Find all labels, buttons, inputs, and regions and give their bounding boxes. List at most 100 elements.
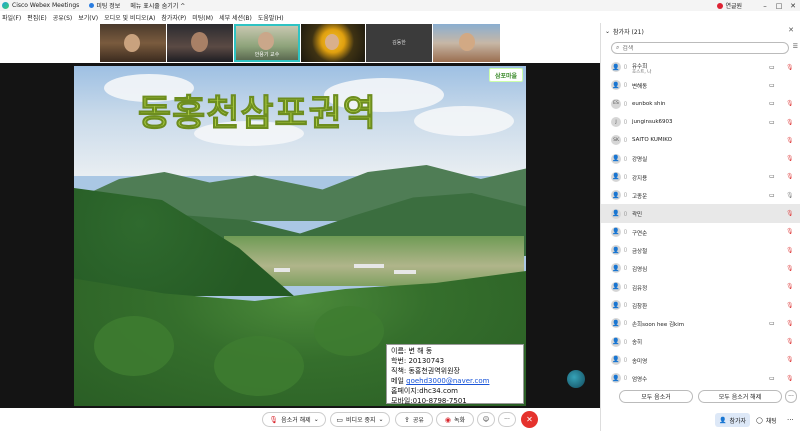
microphone-muted-icon[interactable]: 🎙 bbox=[786, 119, 794, 126]
participant-row[interactable]: 👤 ▯ 송미영 🎙 bbox=[601, 351, 800, 369]
participant-row[interactable]: 👤 ▯ 금상철 🎙 bbox=[601, 241, 800, 259]
share-button[interactable]: ⇪ 공유 bbox=[395, 412, 433, 427]
participant-row[interactable]: 👤 ▯ 엄영수 ▭ 🎙 bbox=[601, 369, 800, 387]
video-on-icon[interactable]: ▭ bbox=[769, 119, 775, 126]
microphone-icon[interactable]: 🎙 bbox=[786, 192, 794, 199]
video-thumbnail-no-video[interactable]: 김동한 bbox=[366, 24, 432, 62]
participant-row[interactable]: ES ▯ eunbok shin ▭ 🎙 bbox=[601, 95, 800, 113]
menu-view[interactable]: 보기(V) bbox=[78, 13, 98, 22]
chevron-down-icon[interactable]: ⌄ bbox=[314, 416, 319, 423]
microphone-muted-icon[interactable]: 🎙 bbox=[786, 100, 794, 107]
participants-panel-header[interactable]: ⌄ 참가자 (21) bbox=[605, 27, 644, 36]
video-on-icon[interactable]: ▭ bbox=[769, 320, 775, 327]
video-on-icon[interactable]: ▭ bbox=[769, 192, 775, 199]
menu-share[interactable]: 공유(S) bbox=[53, 13, 73, 22]
user-account-button[interactable]: 연글원 bbox=[717, 1, 742, 10]
close-window-button[interactable]: ✕ bbox=[786, 2, 800, 10]
leave-meeting-button[interactable]: ✕ bbox=[521, 411, 538, 428]
maximize-button[interactable]: □ bbox=[772, 2, 786, 10]
video-thumbnail[interactable] bbox=[301, 24, 365, 62]
participant-row[interactable]: 👤 ▯ 김영심 🎙 bbox=[601, 259, 800, 277]
meeting-info-button[interactable]: 미팅 정보 bbox=[89, 1, 120, 10]
menu-file[interactable]: 파일(F) bbox=[2, 13, 21, 22]
participant-row[interactable]: 👤 ▯ 강지용 ▭ 🎙 bbox=[601, 168, 800, 186]
close-panel-button[interactable]: ✕ bbox=[788, 26, 794, 34]
menu-edit[interactable]: 편집(E) bbox=[27, 13, 47, 22]
panel-more-button[interactable]: ··· bbox=[785, 390, 797, 403]
avatar: J bbox=[611, 117, 621, 128]
microphone-muted-icon[interactable]: 🎙 bbox=[786, 375, 794, 382]
microphone-muted-icon[interactable]: 🎙 bbox=[786, 265, 794, 272]
record-button[interactable]: ◉ 녹화 bbox=[436, 412, 474, 427]
participant-row[interactable]: J ▯ junginsuk6903 ▭ 🎙 bbox=[601, 113, 800, 131]
video-on-icon[interactable]: ▭ bbox=[769, 100, 775, 107]
video-thumbnail[interactable] bbox=[100, 24, 166, 62]
video-on-icon[interactable]: ▭ bbox=[769, 82, 775, 89]
participant-row[interactable]: 👤 ▯ 고종운 ▭ 🎙 bbox=[601, 186, 800, 204]
microphone-muted-icon[interactable]: 🎙 bbox=[786, 302, 794, 309]
meeting-info-label: 미팅 정보 bbox=[96, 3, 121, 10]
participant-row[interactable]: 👤 ▯ 김창환 🎙 bbox=[601, 296, 800, 314]
video-thumbnail-active-speaker[interactable]: 안용기 교수 bbox=[234, 24, 300, 62]
participants-title: 참가자 (21) bbox=[613, 29, 644, 36]
microphone-muted-icon[interactable]: 🎙 bbox=[786, 173, 794, 180]
device-icon: ▯ bbox=[624, 119, 627, 126]
microphone-muted-icon[interactable]: 🎙 bbox=[786, 283, 794, 290]
participant-row[interactable]: 👤 ▯ 김유정 🎙 bbox=[601, 278, 800, 296]
microphone-muted-icon[interactable]: 🎙 bbox=[786, 64, 794, 71]
menu-meeting[interactable]: 미팅(M) bbox=[192, 13, 213, 22]
participants-tab[interactable]: 👤 참가자 bbox=[715, 413, 751, 427]
microphone-muted-icon[interactable]: 🎙 bbox=[786, 247, 794, 254]
hide-menu-bar-button[interactable]: 메뉴 표시줄 숨기기 ^ bbox=[130, 1, 185, 10]
device-icon: ▯ bbox=[624, 338, 627, 345]
device-icon: ▯ bbox=[624, 100, 627, 107]
chevron-down-icon[interactable]: ⌄ bbox=[379, 416, 384, 423]
microphone-muted-icon[interactable]: 🎙 bbox=[786, 228, 794, 235]
microphone-muted-icon[interactable]: 🎙 bbox=[786, 155, 794, 162]
mute-all-button[interactable]: 모두 음소거 bbox=[619, 390, 693, 403]
video-on-icon[interactable]: ▭ bbox=[769, 173, 775, 180]
search-input[interactable] bbox=[622, 44, 773, 52]
video-thumbnail[interactable] bbox=[433, 24, 500, 62]
menu-participants[interactable]: 참가자(P) bbox=[161, 13, 186, 22]
menu-help[interactable]: 도움말(H) bbox=[258, 13, 284, 22]
chevron-down-icon[interactable]: ⌄ bbox=[605, 28, 610, 35]
floating-assistant-button[interactable] bbox=[567, 370, 585, 388]
participant-row[interactable]: 👤 ▯ 송히 🎙 bbox=[601, 332, 800, 350]
device-icon: ▯ bbox=[624, 155, 627, 162]
participant-name: 김영심 bbox=[632, 267, 648, 274]
participant-row[interactable]: 👤 ▯ 곽민 🎙 bbox=[601, 204, 800, 223]
participant-row[interactable]: 👤 ▯ 유수희 호스트, 나 ▭ 🎙 bbox=[601, 58, 800, 76]
minimize-button[interactable]: – bbox=[758, 2, 772, 10]
participant-search[interactable]: ⌕ bbox=[611, 42, 789, 54]
participant-row[interactable]: 👤 ▯ 강명실 🎙 bbox=[601, 149, 800, 167]
video-on-icon[interactable]: ▭ bbox=[769, 64, 775, 71]
reactions-button[interactable]: ☺ bbox=[477, 412, 495, 427]
video-thumbnail-strip: 안용기 교수 김동한 bbox=[0, 23, 600, 63]
microphone-muted-icon[interactable]: 🎙 bbox=[786, 338, 794, 345]
menu-breakout[interactable]: 세부 세션(B) bbox=[219, 13, 252, 22]
stop-video-button[interactable]: ▭ 비디오 중지 ⌄ bbox=[330, 412, 390, 427]
video-on-icon[interactable]: ▭ bbox=[769, 375, 775, 382]
unmute-button[interactable]: 🎙 음소거 해제 ⌄ bbox=[262, 412, 326, 427]
participant-row[interactable]: SK ▯ SAITO KUMIKO 🎙 bbox=[601, 131, 800, 149]
card-mail-link[interactable]: goehd3000@naver.com bbox=[406, 377, 489, 385]
device-icon: ▯ bbox=[624, 302, 627, 308]
sort-list-icon[interactable]: ☰ bbox=[793, 43, 798, 50]
footer-more-button[interactable]: ··· bbox=[783, 413, 798, 427]
video-thumbnail[interactable] bbox=[167, 24, 233, 62]
microphone-muted-icon[interactable]: 🎙 bbox=[786, 320, 794, 327]
microphone-muted-icon[interactable]: 🎙 bbox=[786, 137, 794, 144]
participant-row[interactable]: 👤 ▯ 변해동 ▭ bbox=[601, 76, 800, 94]
participant-row[interactable]: 👤 ▯ 구연순 🎙 bbox=[601, 223, 800, 241]
avatar: 👤 bbox=[611, 226, 621, 237]
more-options-button[interactable]: ··· bbox=[498, 412, 516, 427]
chat-tab[interactable]: ◯ 채팅 bbox=[752, 413, 781, 427]
unmute-all-button[interactable]: 모두 음소거 해제 bbox=[698, 390, 782, 403]
menu-audio-video[interactable]: 오디오 및 비디오(A) bbox=[104, 13, 155, 22]
microphone-muted-icon[interactable]: 🎙 bbox=[786, 210, 794, 217]
participant-row[interactable]: 👤 ▯ 손희soon hee 김kim ▭ 🎙 bbox=[601, 314, 800, 332]
record-icon: ◉ bbox=[444, 415, 452, 424]
microphone-muted-icon[interactable]: 🎙 bbox=[786, 356, 794, 363]
participant-name: 송히 bbox=[632, 340, 643, 347]
